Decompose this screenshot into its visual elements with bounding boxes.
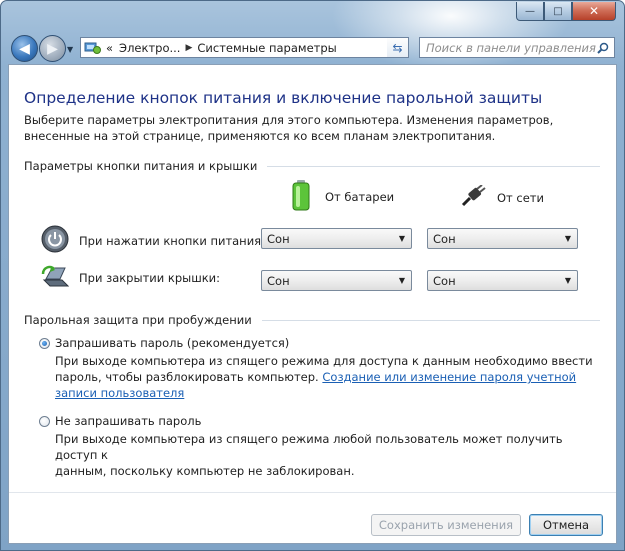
- content-pane: Определение кнопок питания и включение п…: [8, 64, 617, 544]
- footer-bar: Сохранить изменения Отмена: [9, 492, 616, 543]
- lid-close-label: При закрытии крышки:: [79, 270, 221, 285]
- require-password-label[interactable]: Запрашивать пароль (рекомендуется): [55, 336, 289, 350]
- lid-close-plugged-value: Сон: [433, 273, 456, 288]
- address-bar[interactable]: « Электро... ▶ Системные параметры ▼: [80, 37, 409, 58]
- search-placeholder: Поиск в панели управления: [426, 40, 596, 55]
- lid-close-plugged-select[interactable]: Сон ▼: [427, 270, 578, 291]
- back-button[interactable]: ◀: [11, 35, 38, 62]
- password-section-header: Парольная защита при пробуждении: [24, 313, 600, 327]
- close-button[interactable]: ✕: [572, 2, 616, 21]
- cancel-button[interactable]: Отмена: [529, 514, 603, 536]
- dropdown-arrow-icon: ▼: [398, 276, 405, 285]
- power-section-header: Параметры кнопки питания и крышки: [24, 159, 600, 173]
- save-changes-button[interactable]: Сохранить изменения: [371, 514, 521, 536]
- battery-icon: [291, 179, 311, 214]
- caption-buttons: — □ ✕: [516, 2, 616, 21]
- power-button-row-label: При нажатии кнопки питания:: [41, 225, 265, 256]
- navigation-bar: ◀ ▶ ▼ « Электро... ▶ Системные параметры…: [1, 31, 624, 63]
- breadcrumb-separator-icon[interactable]: ▶: [185, 43, 192, 53]
- no-password-radio[interactable]: [39, 416, 50, 427]
- lid-close-battery-value: Сон: [267, 273, 290, 288]
- breadcrumb-overflow[interactable]: «: [106, 41, 113, 55]
- section-divider: [261, 319, 600, 321]
- recent-pages-dropdown-icon[interactable]: ▼: [67, 45, 73, 54]
- page-title: Определение кнопок питания и включение п…: [24, 89, 543, 107]
- power-button-plugged-value: Сон: [433, 231, 456, 246]
- dropdown-arrow-icon: ▼: [564, 234, 571, 243]
- power-button-battery-select[interactable]: Сон ▼: [261, 228, 412, 249]
- lid-close-row-label: При закрытии крышки:: [41, 264, 220, 291]
- minimize-button[interactable]: —: [516, 2, 544, 21]
- dropdown-arrow-icon: ▼: [564, 276, 571, 285]
- no-password-desc-line1: При выходе компьютера из спящего режима …: [55, 432, 563, 462]
- breadcrumb-parent[interactable]: Электро...: [119, 41, 180, 55]
- require-password-desc-line1: При выходе компьютера из спящего режима …: [55, 354, 593, 368]
- no-password-description: При выходе компьютера из спящего режима …: [55, 431, 595, 479]
- power-button-label: При нажатии кнопки питания:: [79, 233, 265, 248]
- search-input[interactable]: Поиск в панели управления: [419, 37, 615, 58]
- dropdown-arrow-icon: ▼: [398, 234, 405, 243]
- refresh-button[interactable]: ⇆: [387, 37, 409, 58]
- forward-button[interactable]: ▶: [39, 35, 66, 62]
- password-section-heading: Парольная защита при пробуждении: [24, 313, 252, 327]
- battery-column-header: От батареи: [291, 179, 394, 214]
- require-password-radio[interactable]: [39, 338, 50, 349]
- plugged-column-label: От сети: [497, 190, 544, 205]
- power-button-plugged-select[interactable]: Сон ▼: [427, 228, 578, 249]
- require-password-desc-line2: пароль, чтобы разблокировать компьютер. …: [55, 369, 595, 401]
- refresh-icon: ⇆: [392, 40, 403, 55]
- laptop-lid-icon: [41, 264, 70, 291]
- section-divider: [267, 165, 600, 167]
- control-panel-window: — □ ✕ ◀ ▶ ▼ « Электро... ▶ Системные пар…: [0, 0, 625, 551]
- battery-column-label: От батареи: [325, 189, 395, 204]
- page-intro: Выберите параметры электропитания для эт…: [24, 113, 554, 143]
- require-password-description: При выходе компьютера из спящего режима …: [55, 353, 595, 401]
- power-section-heading: Параметры кнопки питания и крышки: [24, 159, 258, 173]
- require-password-desc-text: пароль, чтобы разблокировать компьютер.: [55, 370, 323, 384]
- power-button-battery-value: Сон: [267, 231, 290, 246]
- breadcrumb-current[interactable]: Системные параметры: [197, 41, 336, 55]
- lid-close-battery-select[interactable]: Сон ▼: [261, 270, 412, 291]
- title-bar[interactable]: — □ ✕: [1, 1, 624, 71]
- plugged-column-header: От сети: [461, 184, 544, 210]
- maximize-button[interactable]: □: [544, 2, 572, 21]
- power-button-icon: [41, 225, 69, 256]
- control-panel-icon: [84, 41, 102, 55]
- search-icon[interactable]: [597, 42, 609, 54]
- no-password-desc-line2: данным, поскольку компьютер не заблокиро…: [55, 464, 355, 478]
- no-password-label[interactable]: Не запрашивать пароль: [55, 414, 201, 428]
- power-plug-icon: [461, 184, 487, 210]
